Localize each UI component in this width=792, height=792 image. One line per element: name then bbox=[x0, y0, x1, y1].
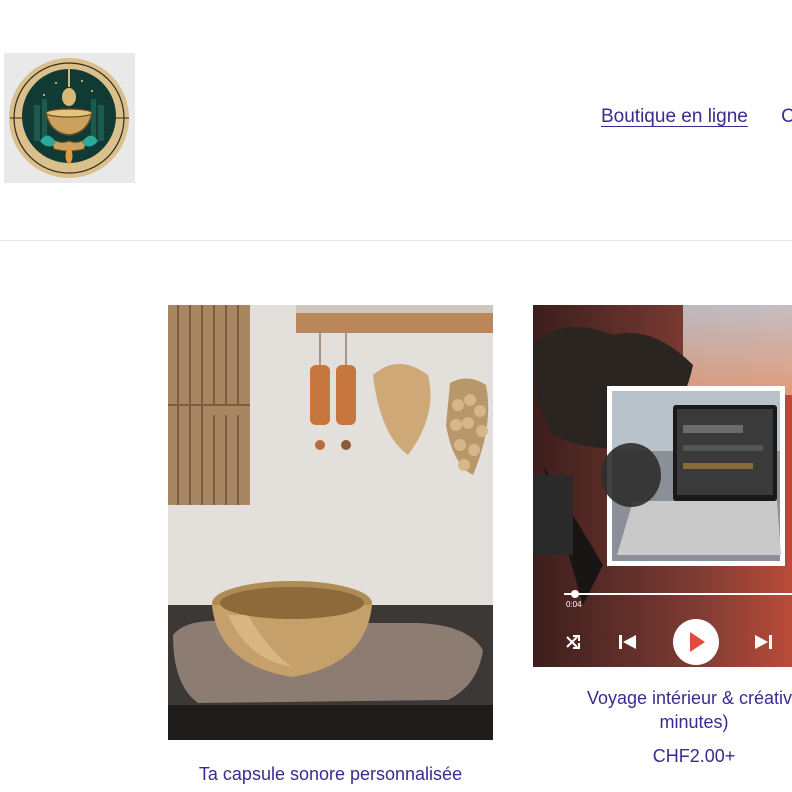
product-title[interactable]: Ta capsule sonore personnalisée bbox=[168, 762, 493, 786]
product-image-audio-recording[interactable]: 0:04 bbox=[533, 305, 792, 667]
main-nav: Boutique en ligne C bbox=[601, 106, 792, 128]
product-price: CHF2.00+ bbox=[652, 746, 736, 766]
nav-link-next[interactable]: C bbox=[781, 106, 792, 127]
product-title-line: Voyage intérieur & créativit bbox=[586, 688, 792, 708]
page: Boutique en ligne C Ta capsule sonore pe… bbox=[0, 0, 792, 792]
product-title[interactable]: Voyage intérieur & créativit minutes) bbox=[531, 686, 792, 734]
shop-logo[interactable] bbox=[4, 53, 135, 183]
singing-bowl-logo-icon bbox=[4, 53, 135, 183]
product-image-singing-bowl[interactable] bbox=[168, 305, 493, 740]
site-header: Boutique en ligne C bbox=[0, 0, 792, 241]
product-card[interactable]: 0:04 Voyage intérieur & créativit minute… bbox=[533, 305, 792, 767]
player-time: 0:04 bbox=[566, 600, 582, 609]
product-title-line: minutes) bbox=[659, 712, 729, 732]
product-card[interactable]: Ta capsule sonore personnalisée bbox=[168, 305, 493, 786]
play-icon[interactable] bbox=[673, 619, 719, 665]
nav-link-boutique[interactable]: Boutique en ligne bbox=[601, 106, 748, 127]
